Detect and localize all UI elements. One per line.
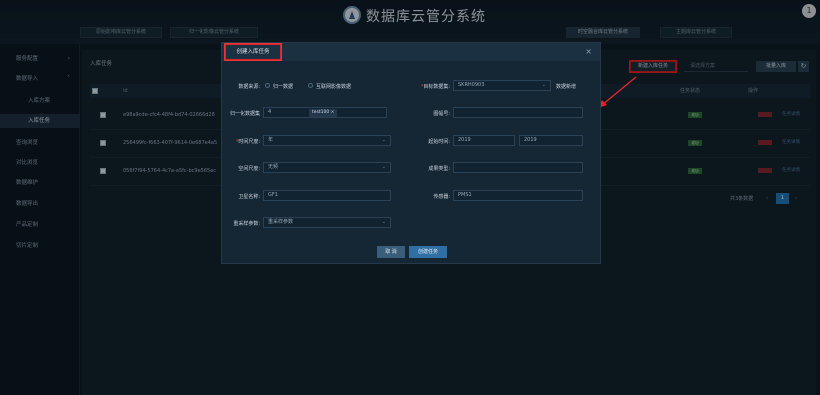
source-option-normalized: 归一数据	[273, 84, 294, 90]
map-number-input[interactable]	[453, 107, 583, 118]
satellite-label: 卫星名称:	[238, 194, 260, 200]
annotation-arrow-icon	[598, 76, 637, 108]
satellite-input[interactable]: GF1	[263, 190, 391, 201]
create-task-button[interactable]: 创建任务	[409, 246, 447, 258]
time-scale-select[interactable]: 年 ⌄	[263, 135, 391, 146]
chevron-down-icon: ⌄	[381, 219, 386, 225]
end-year-input[interactable]: 2019	[519, 135, 583, 146]
source-radio-internet[interactable]	[308, 83, 313, 88]
chevron-down-icon: ⌄	[381, 137, 386, 143]
sensor-input[interactable]: PMS1	[453, 190, 583, 201]
time-scale-label: *时间尺度:	[235, 139, 260, 145]
start-year-input[interactable]: 2019	[453, 135, 515, 146]
source-option-internet: 互联网影像数据	[316, 84, 352, 90]
product-type-label: 成果类型:	[428, 166, 450, 172]
dialog-header: 创建入库任务 ×	[222, 43, 600, 61]
resample-label: 重采样参数:	[233, 221, 260, 227]
target-dataset-label: *目标数据集:	[420, 84, 450, 90]
create-task-dialog: 创建入库任务 × 数据来源: 归一数据 互联网影像数据 *目标数据集: SKRH…	[221, 42, 601, 264]
dialog-title: 创建入库任务	[224, 43, 282, 61]
add-dataset-link[interactable]: 数据新增	[556, 83, 576, 90]
cancel-button[interactable]: 取 消	[377, 246, 405, 258]
normalized-dataset-label: 归一化数据集	[229, 111, 260, 117]
dataset-tag[interactable]: test100 ×	[309, 109, 338, 117]
chevron-down-icon: ⌄	[381, 164, 386, 170]
map-number-label: 图幅号:	[433, 111, 450, 117]
start-time-label: 起始时间:	[428, 139, 450, 145]
product-type-input[interactable]	[453, 162, 583, 173]
space-scale-label: 空间尺度:	[238, 166, 260, 172]
sensor-label: 传感器:	[433, 194, 450, 200]
source-radio-normalized[interactable]	[265, 83, 270, 88]
space-scale-select[interactable]: 无频 ⌄	[263, 162, 391, 173]
target-dataset-select[interactable]: SKRH0903 ⌄	[453, 80, 551, 91]
source-label: 数据来源:	[238, 84, 260, 90]
resample-select[interactable]: 重采样参数 ⌄	[263, 217, 391, 228]
chevron-down-icon: ⌄	[541, 82, 546, 88]
close-icon[interactable]: ×	[585, 47, 592, 56]
